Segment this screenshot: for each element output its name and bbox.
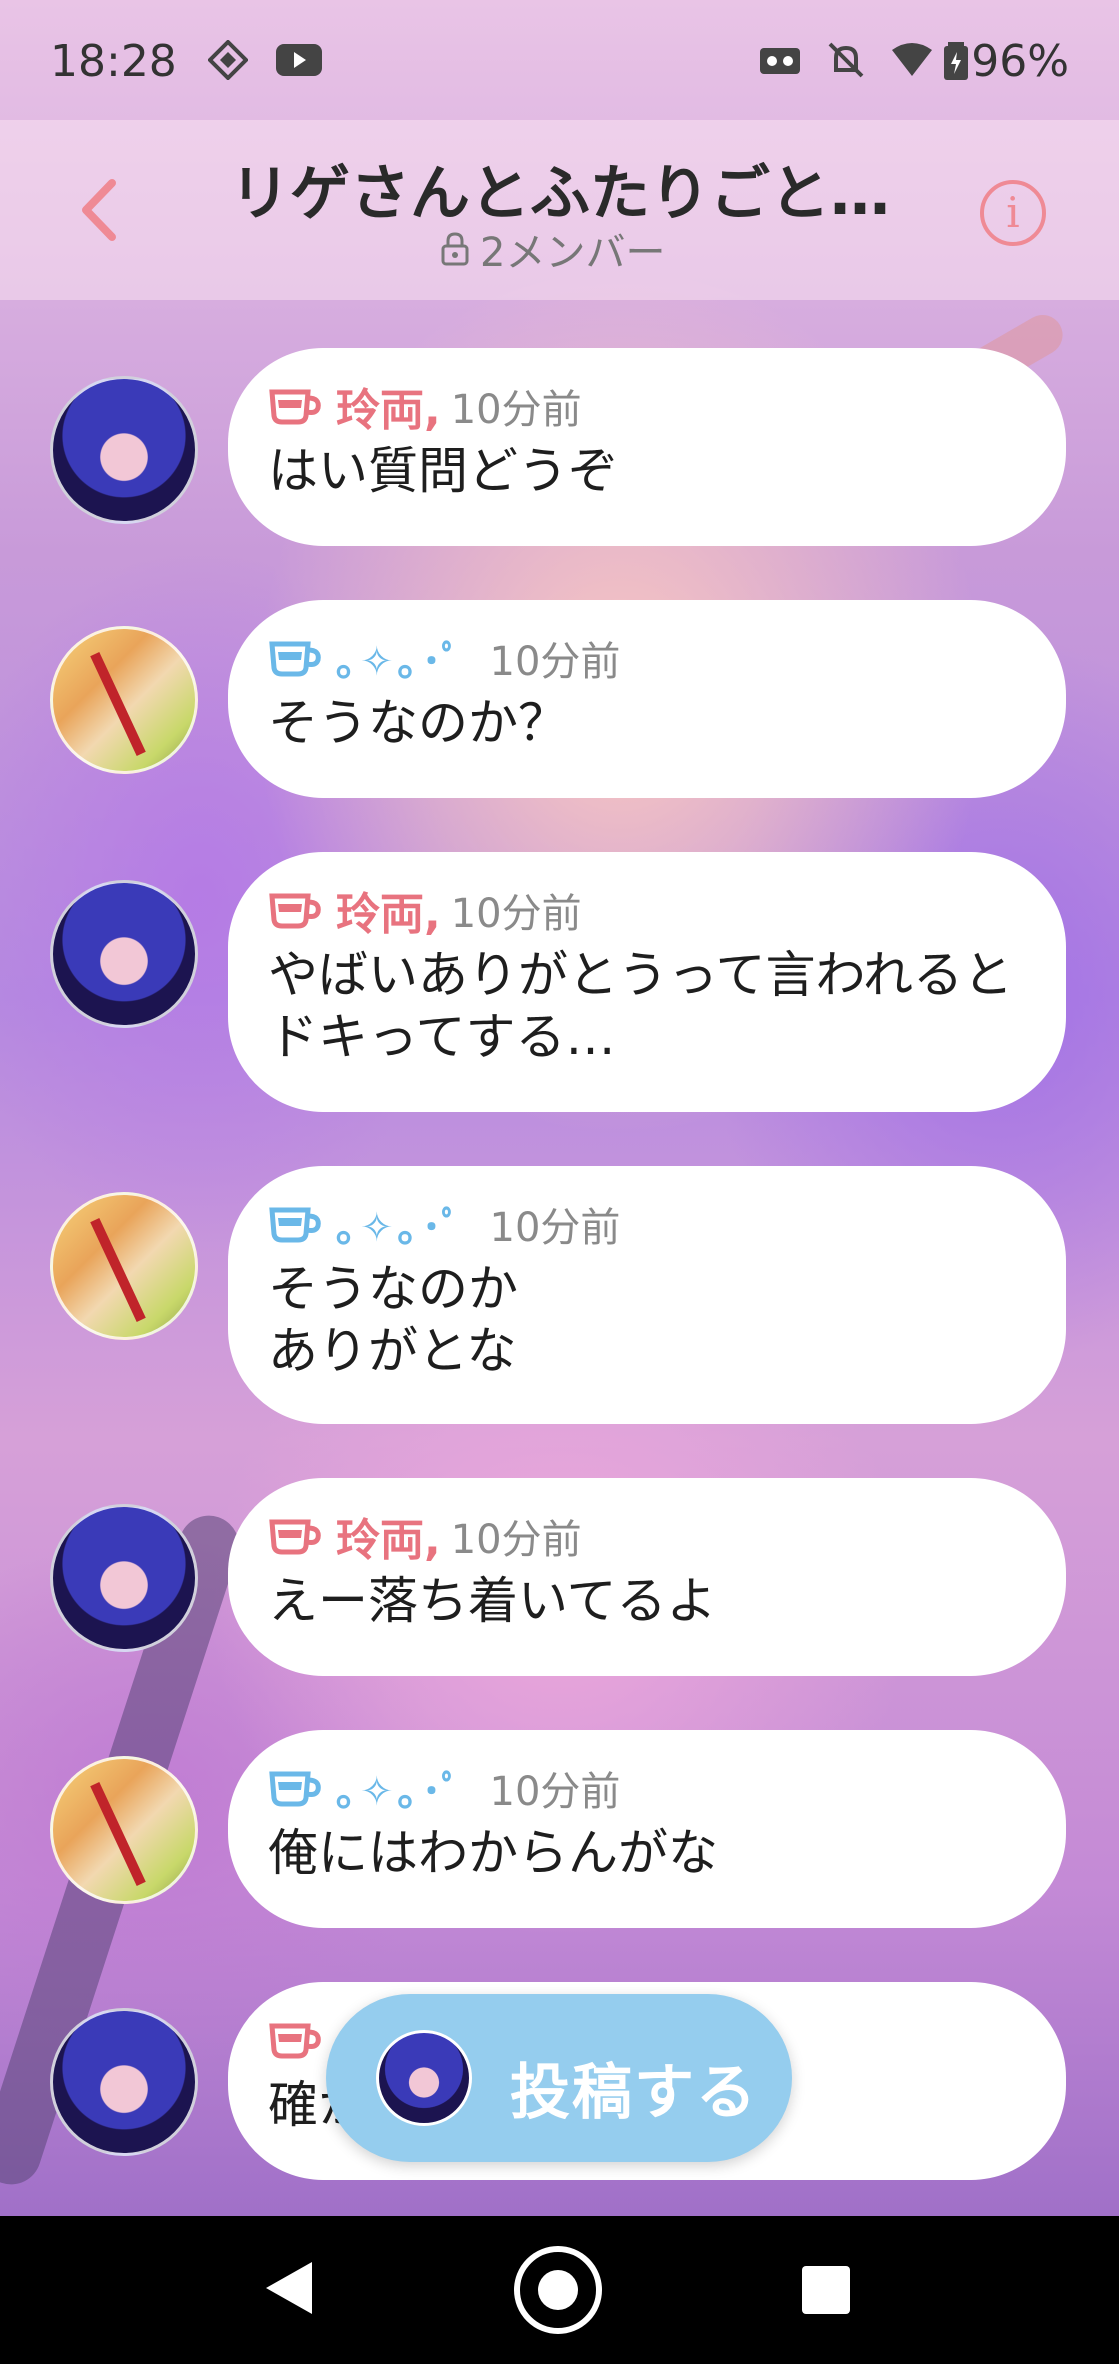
sender-name: ｡✧｡･ﾟ bbox=[336, 1769, 466, 1815]
cup-icon bbox=[269, 1207, 321, 1243]
post-button-label: 投稿する bbox=[510, 2058, 758, 2128]
sender-name: ｡✧｡･ﾟ bbox=[336, 1205, 466, 1251]
message-time: 10分前 bbox=[489, 1769, 621, 1815]
message-text: そうなのか ありがとな bbox=[268, 1260, 518, 1380]
nav-recents-icon[interactable] bbox=[802, 2266, 850, 2314]
lock-icon bbox=[441, 232, 469, 266]
wifi-icon bbox=[892, 43, 932, 76]
mute-bell-icon bbox=[828, 42, 864, 78]
cup-icon bbox=[269, 893, 321, 929]
avatar[interactable] bbox=[50, 1756, 198, 1904]
message-bubble[interactable]: 玲両, 10分前 えー落ち着いてるよ bbox=[228, 1478, 1066, 1676]
sender-name: 玲両, bbox=[336, 889, 441, 940]
navigation-bar bbox=[0, 2216, 1119, 2364]
app-notification-icon bbox=[208, 40, 248, 80]
avatar[interactable] bbox=[50, 1504, 198, 1652]
message-bubble[interactable]: 玲両, 10分前 はい質問どうぞ bbox=[228, 348, 1066, 546]
avatar[interactable] bbox=[50, 2008, 198, 2156]
message-time: 10分前 bbox=[450, 1517, 582, 1563]
status-bar: 18:28 96% bbox=[0, 0, 1119, 120]
cup-icon bbox=[269, 1771, 321, 1807]
member-count-label: 2メンバー bbox=[480, 230, 666, 276]
status-time: 18:28 bbox=[50, 36, 177, 87]
chat-title: リゲさんとふたりごと… bbox=[230, 159, 890, 229]
sender-name: ｡✧｡･ﾟ bbox=[336, 639, 466, 685]
message-bubble[interactable]: ｡✧｡･ﾟ 10分前 そうなのか ありがとな bbox=[228, 1166, 1066, 1424]
info-icon[interactable]: i bbox=[980, 180, 1046, 246]
message-text: えー落ち着いてるよ bbox=[268, 1572, 717, 1630]
avatar bbox=[376, 2030, 472, 2126]
avatar[interactable] bbox=[50, 1192, 198, 1340]
sender-name: 玲両, bbox=[336, 385, 441, 436]
message-text: そうなのか？ bbox=[268, 694, 568, 752]
nav-back-icon[interactable] bbox=[262, 2258, 316, 2318]
member-count[interactable]: 2メンバー bbox=[440, 220, 665, 278]
youtube-icon bbox=[276, 44, 322, 76]
battery-icon bbox=[944, 42, 968, 80]
battery-percent: 96% bbox=[971, 36, 1069, 87]
message-text: やばいありがとうって言われると ドキってする… bbox=[268, 946, 1013, 1066]
back-arrow-icon[interactable] bbox=[70, 175, 130, 245]
post-button[interactable]: 投稿する bbox=[326, 1994, 792, 2162]
avatar[interactable] bbox=[50, 626, 198, 774]
nav-home-icon[interactable] bbox=[514, 2246, 602, 2334]
cup-icon bbox=[269, 1519, 321, 1555]
vpn-icon bbox=[760, 48, 800, 74]
message-time: 10分前 bbox=[489, 1205, 621, 1251]
avatar[interactable] bbox=[50, 880, 198, 1028]
message-bubble[interactable]: ｡✧｡･ﾟ 10分前 そうなのか？ bbox=[228, 600, 1066, 798]
cup-icon bbox=[269, 389, 321, 425]
message-bubble[interactable]: 玲両, 10分前 やばいありがとうって言われると ドキってする… bbox=[228, 852, 1066, 1112]
sender-name: 玲両, bbox=[336, 1515, 441, 1566]
cup-icon bbox=[269, 641, 321, 677]
cup-icon bbox=[269, 2023, 321, 2059]
message-time: 10分前 bbox=[450, 387, 582, 433]
chat-header: リゲさんとふたりごと… 2メンバー i bbox=[0, 120, 1119, 300]
message-time: 10分前 bbox=[450, 891, 582, 937]
message-text: はい質問どうぞ bbox=[268, 442, 618, 500]
message-time: 10分前 bbox=[489, 639, 621, 685]
message-text: 俺にはわからんがな bbox=[268, 1824, 718, 1882]
message-bubble[interactable]: ｡✧｡･ﾟ 10分前 俺にはわからんがな bbox=[228, 1730, 1066, 1928]
avatar[interactable] bbox=[50, 376, 198, 524]
